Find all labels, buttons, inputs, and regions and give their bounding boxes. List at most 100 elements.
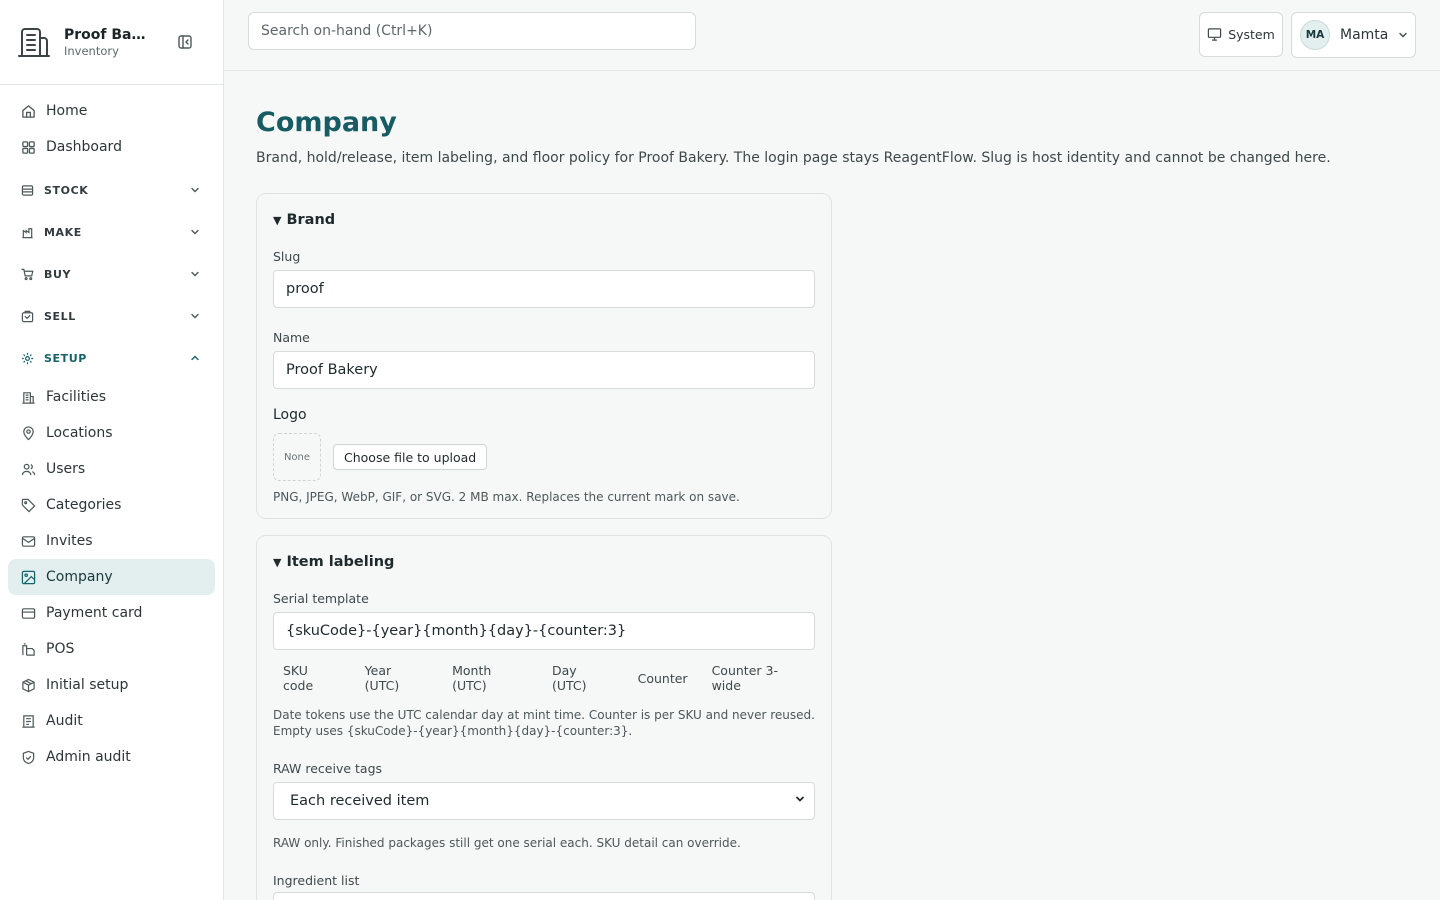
building-logo-icon [16,24,52,60]
sidebar-section-setup[interactable]: SETUP [8,337,215,379]
mail-icon [20,533,36,549]
token-month-button[interactable]: Month (UTC) [442,663,538,693]
sidebar-section-make[interactable]: MAKE [8,211,215,253]
serial-template-field[interactable]: {skuCode}-{year}{month}{day}-{counter:3} [273,612,815,650]
template-token-list: SKU code Year (UTC) Month (UTC) Day (UTC… [273,663,815,693]
brand-header: Proof Bak... Inventory [0,0,223,85]
user-menu-button[interactable]: MA Mamta [1291,12,1416,58]
sidebar-item-company[interactable]: Company [8,559,215,595]
stock-icon [20,183,34,197]
image-icon [20,569,36,585]
sidebar-item-label: Initial setup [46,677,129,693]
sidebar-item-label: Users [46,461,86,477]
sidebar-item-label: Invites [46,533,93,549]
sidebar-item-audit[interactable]: Audit [8,703,215,739]
raw-receive-tags-value: Each received item [290,793,430,809]
sidebar-item-label: Facilities [46,389,106,405]
sidebar-item-label: Categories [46,497,122,513]
disclosure-triangle-icon: ▼ [273,213,282,227]
sidebar-item-label: Company [46,569,113,585]
item-labeling-card: ▼ Item labeling Serial template {skuCode… [256,535,832,900]
sidebar-section-buy[interactable]: BUY [8,253,215,295]
sidebar-item-label: Home [46,103,88,119]
logo-hint: PNG, JPEG, WebP, GIF, or SVG. 2 MB max. … [273,490,740,504]
monitor-icon [1207,27,1222,42]
chevron-down-icon [189,310,201,322]
shield-icon [20,749,36,765]
ingredient-list-field[interactable] [273,892,815,900]
name-label: Name [273,330,310,345]
make-icon [20,225,34,239]
raw-receive-tags-select[interactable]: Each received item [273,782,815,820]
brand-name: Proof Bak... [64,26,148,43]
logo-preview: None [273,433,321,481]
chevron-down-icon [189,184,201,196]
sidebar-nav: Home Dashboard STOCK MAKE BUY SELL SETUP… [0,85,223,775]
dashboard-icon [20,139,36,155]
name-field[interactable]: Proof Bakery [273,351,815,389]
sidebar-section-stock[interactable]: STOCK [8,169,215,211]
user-name: Mamta [1340,27,1389,43]
cart-icon [20,267,34,281]
brand-card-header[interactable]: ▼ Brand [273,210,815,230]
sidebar-item-locations[interactable]: Locations [8,415,215,451]
search-input[interactable]: Search on-hand (Ctrl+K) [248,12,696,50]
token-sku-code-button[interactable]: SKU code [273,663,351,693]
page-title: Company [256,107,397,138]
credit-card-icon [20,605,36,621]
serial-template-label: Serial template [273,591,369,606]
sidebar-item-payment-card[interactable]: Payment card [8,595,215,631]
building-icon [20,389,36,405]
token-counter-button[interactable]: Counter [628,663,698,693]
sidebar-item-label: Admin audit [46,749,131,765]
item-labeling-card-header[interactable]: ▼ Item labeling [273,552,815,572]
map-pin-icon [20,425,36,441]
package-icon [20,677,36,693]
ingredient-list-label: Ingredient list [273,873,360,888]
main-content: Company Brand, hold/release, item labeli… [256,71,1416,900]
tag-icon [20,497,36,513]
slug-label: Slug [273,249,301,264]
sidebar: Proof Bak... Inventory Home Dashboard ST… [0,0,224,900]
chevron-up-icon [189,352,201,364]
sidebar-section-sell[interactable]: SELL [8,295,215,337]
chevron-down-icon [189,268,201,280]
chevron-down-icon [1398,30,1408,40]
token-day-button[interactable]: Day (UTC) [542,663,624,693]
sidebar-item-facilities[interactable]: Facilities [8,379,215,415]
token-counter-3-wide-button[interactable]: Counter 3-wide [702,663,815,693]
sidebar-item-users[interactable]: Users [8,451,215,487]
logo-row: None Choose file to upload [273,433,815,481]
sidebar-item-home[interactable]: Home [8,93,215,129]
sidebar-item-initial-setup[interactable]: Initial setup [8,667,215,703]
sidebar-item-invites[interactable]: Invites [8,523,215,559]
sidebar-item-admin-audit[interactable]: Admin audit [8,739,215,775]
users-icon [20,461,36,477]
token-year-button[interactable]: Year (UTC) [355,663,438,693]
raw-receive-tags-label: RAW receive tags [273,761,383,776]
theme-label: System [1228,27,1275,42]
slug-field[interactable]: proof [273,270,815,308]
sidebar-item-categories[interactable]: Categories [8,487,215,523]
pos-icon [20,641,36,657]
sidebar-item-label: Dashboard [46,139,122,155]
sidebar-item-label: Locations [46,425,113,441]
sidebar-item-pos[interactable]: POS [8,631,215,667]
sidebar-item-label: Payment card [46,605,143,621]
avatar: MA [1300,20,1330,50]
home-icon [20,103,36,119]
brand-card: ▼ Brand Slug proof Name Proof Bakery Log… [256,193,832,519]
serial-template-hint: Date tokens use the UTC calendar day at … [273,708,815,738]
sidebar-item-label: Audit [46,713,83,729]
sell-icon [20,309,34,323]
gear-icon [20,351,34,365]
sidebar-item-label: POS [46,641,75,657]
logo-label: Logo [273,407,307,423]
page-description: Brand, hold/release, item labeling, and … [256,150,1331,166]
sidebar-item-dashboard[interactable]: Dashboard [8,129,215,165]
raw-receive-tags-hint: RAW only. Finished packages still get on… [273,836,741,850]
sidebar-collapse-icon[interactable] [176,33,194,51]
chevron-down-icon [189,226,201,238]
upload-logo-button[interactable]: Choose file to upload [333,444,488,470]
theme-toggle-button[interactable]: System [1199,12,1283,57]
